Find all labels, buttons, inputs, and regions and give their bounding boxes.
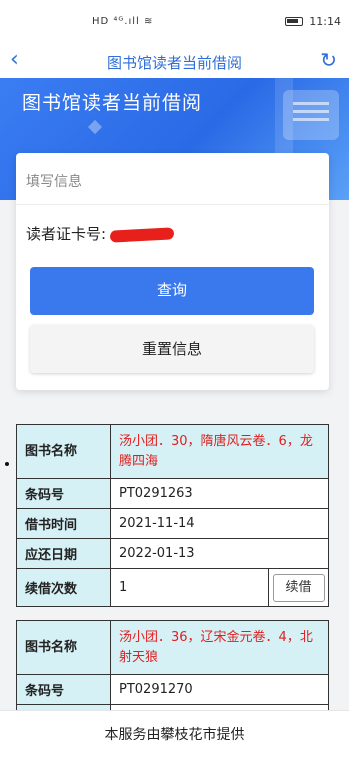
redacted-card-number	[109, 226, 175, 243]
barcode-label: 条码号	[16, 674, 111, 705]
title-label: 图书名称	[16, 424, 111, 479]
borrow-date-label: 借书时间	[16, 508, 111, 539]
banner-title: 图书馆读者当前借阅	[22, 92, 203, 114]
query-form-card: 填写信息 读者证卡号: 查询 重置信息	[16, 153, 329, 390]
renew-button[interactable]: 续借	[272, 573, 325, 602]
renew-count-label: 续借次数	[16, 568, 111, 607]
status-right: 11:14	[285, 15, 341, 28]
status-bar: HD ⁴ᴳ.ıll ≋ 11:14	[0, 0, 349, 44]
footer-provider-text: 本服务由攀枝花市提供	[0, 710, 349, 761]
query-button[interactable]: 查询	[30, 267, 314, 315]
renew-cell: 续借	[268, 568, 329, 607]
table-row: 应还日期 2022-01-13	[16, 538, 329, 569]
bullet-dot	[5, 462, 9, 466]
barcode-value: PT0291263	[110, 478, 329, 509]
table-row: 条码号 PT0291270	[16, 674, 329, 705]
borrow-date-value: 2021-11-14	[110, 508, 329, 539]
barcode-label: 条码号	[16, 478, 111, 509]
table-row: 条码号 PT0291263	[16, 478, 329, 509]
book-table-1: 图书名称 汤小团．30，隋唐风云卷．6，龙腾四海 条码号 PT0291263 借…	[16, 424, 329, 607]
form-header: 填写信息	[16, 153, 329, 205]
table-row: 图书名称 汤小团．30，隋唐风云卷．6，龙腾四海	[16, 424, 329, 479]
diamond-decoration	[87, 119, 103, 135]
clock: 11:14	[309, 15, 341, 28]
table-row: 图书名称 汤小团．36，辽宋金元卷．4，北射天狼	[16, 620, 329, 675]
nav-bar: ‹ 图书馆读者当前借阅 ↻	[0, 44, 349, 78]
renew-count-value: 1	[110, 568, 269, 607]
reader-card-field[interactable]: 读者证卡号:	[26, 223, 175, 244]
reset-button[interactable]: 重置信息	[30, 325, 314, 373]
table-row: 续借次数 1 续借	[16, 568, 329, 607]
barcode-value: PT0291270	[110, 674, 329, 705]
refresh-icon[interactable]: ↻	[320, 48, 337, 72]
table-row: 借书时间 2021-11-14	[16, 508, 329, 539]
due-date-label: 应还日期	[16, 538, 111, 569]
document-illustration-icon	[283, 90, 339, 140]
title-label: 图书名称	[16, 620, 111, 675]
due-date-value: 2022-01-13	[110, 538, 329, 569]
reader-card-label: 读者证卡号:	[26, 225, 107, 243]
book-title: 汤小团．36，辽宋金元卷．4，北射天狼	[110, 620, 329, 675]
signal-indicator: HD ⁴ᴳ.ıll ≋	[92, 16, 154, 27]
page-title: 图书馆读者当前借阅	[106, 54, 242, 72]
book-title: 汤小团．30，隋唐风云卷．6，龙腾四海	[110, 424, 329, 479]
battery-icon	[285, 17, 304, 26]
